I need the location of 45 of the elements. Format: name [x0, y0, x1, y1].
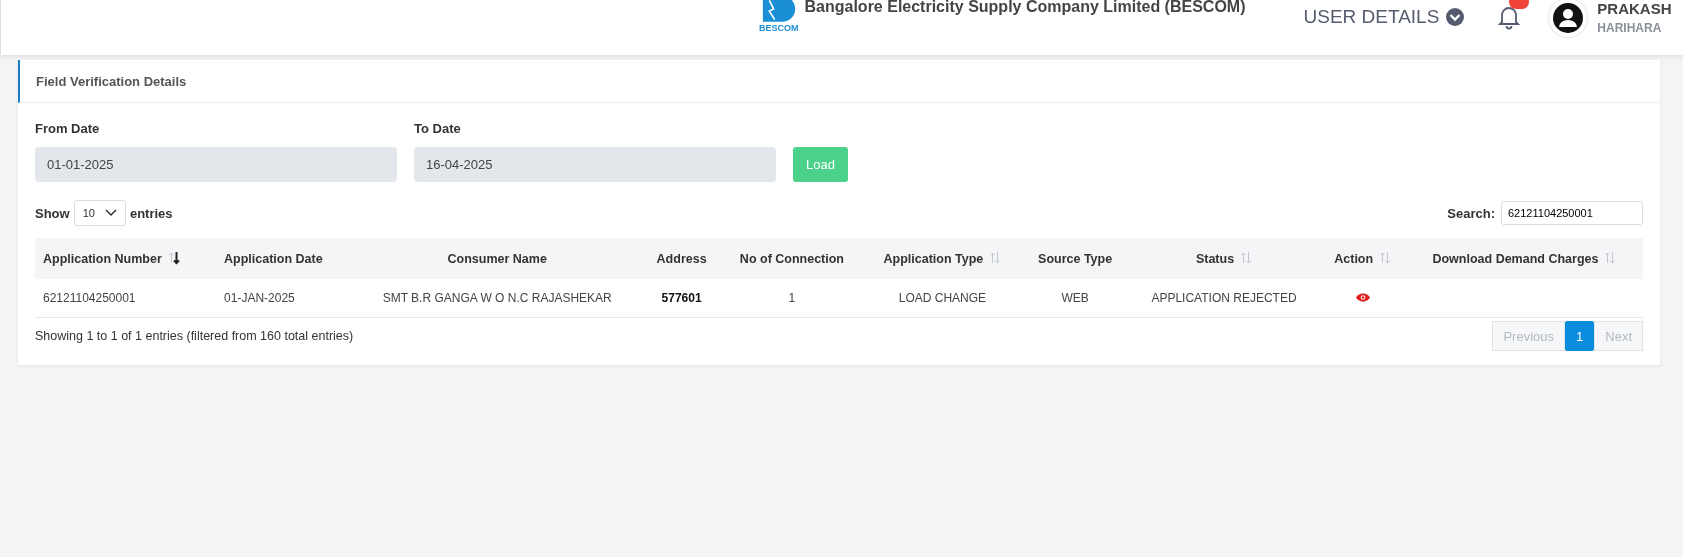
entries-label: entries	[129, 205, 173, 221]
bell-icon[interactable]	[1497, 4, 1522, 30]
date-field[interactable]: 16-04-2025	[414, 147, 776, 182]
entries-select[interactable]: 10	[73, 200, 126, 226]
sort-icon	[1379, 251, 1392, 265]
eye-icon[interactable]	[1355, 293, 1370, 302]
company-name: Bangalore Electricity Supply Company Limited (BESCOM)	[804, 0, 1246, 16]
show-label: Show	[35, 205, 70, 221]
table-cell: LOAD CHANGE	[898, 291, 987, 305]
column-header[interactable]: Application Number	[35, 238, 217, 279]
pagination-button[interactable]: 1	[1565, 321, 1595, 351]
column-header[interactable]: Consumer Name	[351, 238, 643, 279]
chevron-down-icon	[1445, 7, 1466, 27]
table-cell: SMT B.R GANGA W O N.C RAJASHEKAR	[382, 291, 612, 305]
user-location: HARIHARA	[1597, 21, 1663, 35]
table-info: Showing 1 to 1 of 1 entries (filtered from 160 total entries)	[35, 329, 354, 343]
column-header[interactable]: No of Connection	[720, 238, 864, 279]
sort-icon	[1604, 251, 1617, 265]
column-header[interactable]: Application Type	[863, 238, 1022, 279]
column-header[interactable]: Application Date	[216, 238, 352, 279]
column-header[interactable]: Download Demand Charges	[1405, 238, 1643, 279]
logo-text: BESCOM	[759, 24, 799, 33]
sort-icon	[1240, 251, 1253, 265]
table-cell: 1	[788, 291, 796, 305]
column-header[interactable]: Address	[642, 238, 721, 279]
user-name: PRAKASH	[1597, 0, 1672, 17]
table-cell: 62121104250001	[43, 291, 136, 305]
table-cell: 577601	[661, 291, 702, 305]
chevron-down-icon	[104, 209, 117, 217]
user-details-menu[interactable]: USER DETAILS	[1303, 6, 1466, 28]
sort-descending-icon	[167, 251, 180, 265]
column-header[interactable]: Status	[1128, 238, 1320, 279]
card-title: Field Verification Details	[36, 73, 187, 89]
date-label: To Date	[414, 121, 462, 136]
search-label: Search:	[1447, 205, 1495, 221]
date-field[interactable]: 01-01-2025	[35, 147, 397, 182]
column-header[interactable]: Action	[1319, 238, 1406, 279]
sort-icon	[989, 251, 1002, 265]
date-label: From Date	[35, 121, 101, 136]
table-cell: 01-JAN-2025	[224, 291, 295, 305]
table-cell: APPLICATION REJECTED	[1151, 291, 1297, 305]
user-silhouette-icon	[1553, 3, 1584, 33]
table-cell: WEB	[1061, 291, 1089, 305]
search-field[interactable]: 62121104250001	[1501, 201, 1643, 225]
column-header[interactable]: Source Type	[1021, 238, 1129, 279]
